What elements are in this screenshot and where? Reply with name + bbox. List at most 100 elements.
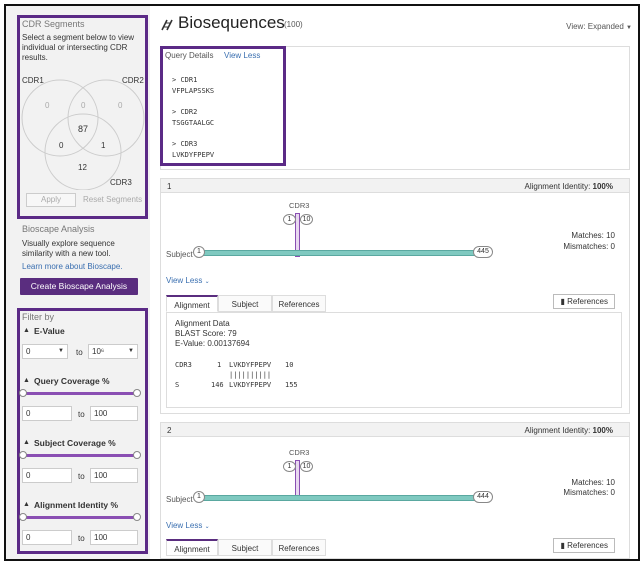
subject-label: Subject [166,495,193,504]
subject-coverage-min-input[interactable]: 0 [22,468,72,483]
app-window: CDR Segments Select a segment below to v… [4,4,640,561]
query-item-name-text: CDR3 [180,140,198,148]
subject-bar[interactable] [199,495,479,501]
query-view-less-link[interactable]: View Less [224,51,260,60]
slider-min-handle[interactable] [19,451,27,459]
mismatches: Mismatches: 0 [563,488,615,497]
matches: Matches: 10 [571,231,615,240]
marker-start: 1 [283,214,296,225]
matches: Matches: 10 [571,478,615,487]
cdr-segments-description: Select a segment below to view individua… [22,33,135,62]
mismatches: Mismatches: 0 [563,242,615,251]
result-view-less-link[interactable]: View Less ⌄ [166,276,210,285]
bioscape-learn-more-link[interactable]: Learn more about Bioscape. [22,262,123,272]
reset-segments-button[interactable]: Reset Segments [83,195,142,204]
alignment-query-end: 10 [285,361,294,369]
subject-coverage-max-input[interactable]: 100 [90,468,138,483]
query-item-name-text: CDR1 [180,76,198,84]
alignment-identity-label: Alignment Identity % [34,500,119,510]
venn-all[interactable]: 87 [78,124,88,134]
chevron-up-icon[interactable]: ▲ [23,439,30,446]
slider-min-handle[interactable] [19,389,27,397]
alignment-subject-end: 155 [285,381,298,389]
sidebar: CDR Segments Select a segment below to v… [6,6,150,559]
tab-subject[interactable]: Subject [218,295,272,312]
query-coverage-slider[interactable] [19,389,141,397]
query-details-label: Query Details [165,51,214,60]
slider-min-handle[interactable] [19,513,27,521]
identity-value: 100% [592,182,613,191]
query-coverage-to-label: to [78,410,85,419]
venn-cdr1-cdr3[interactable]: 0 [59,141,63,151]
evalue-to-value: 10⁶ [92,347,105,356]
slider-max-handle[interactable] [133,513,141,521]
evalue-to-select[interactable]: 10⁶ ▼ [88,344,138,359]
slider-max-handle[interactable] [133,451,141,459]
evalue-from-select[interactable]: 0 ▼ [22,344,68,359]
apply-button[interactable]: Apply [26,193,76,207]
subject-coverage-to-label: to [78,472,85,481]
tab-references[interactable]: References [272,539,326,556]
alignment-identity-min-input[interactable]: 0 [22,530,72,545]
slider-max-handle[interactable] [133,389,141,397]
references-label: References [567,297,608,306]
cdr3-label: CDR3 [110,178,132,187]
dropdown-icon: ▼ [128,348,134,354]
references-button[interactable]: ▮ References [553,294,615,309]
alignment-panel: Alignment Data BLAST Score: 79 E-Value: … [166,312,622,408]
subject-label: Subject [166,250,193,259]
venn-cdr2-cdr3[interactable]: 1 [101,141,105,151]
result-header: 2 Alignment Identity: 100% [161,423,629,437]
tab-references[interactable]: References [272,295,326,312]
identity-label: Alignment Identity: [524,182,591,191]
chevron-up-icon[interactable]: ▲ [23,327,30,334]
query-item-seq: VFPLAPSSKS [172,87,215,95]
evalue-label: E-Value [34,326,65,336]
subject-coverage-slider[interactable] [19,451,141,459]
alignment-subject-start: 146 [211,381,224,389]
alignment-identity: Alignment Identity: 100% [524,426,613,435]
subject-start: 1 [193,246,205,258]
result-view-less-link[interactable]: View Less ⌄ [166,521,210,530]
marker-start: 1 [283,461,296,472]
alignment-identity-slider[interactable] [19,513,141,521]
query-coverage-min-input[interactable]: 0 [22,406,72,421]
marker-end: 10 [300,214,313,225]
venn-cdr3-only[interactable]: 12 [78,163,87,173]
view-less-label: View Less [166,276,203,285]
alignment-evalue: E-Value: 0.00137694 [175,339,250,348]
references-button[interactable]: ▮ References [553,538,615,553]
chevron-up-icon[interactable]: ▲ [23,377,30,384]
alignment-identity-to-label: to [78,534,85,543]
alignment-query-start: 1 [217,361,222,369]
venn-cdr1-cdr2[interactable]: 0 [81,101,85,111]
alignment-identity-max-input[interactable]: 100 [90,530,138,545]
query-item[interactable]: > CDR2 TSGGTAALGC [172,108,214,127]
tab-subject[interactable]: Subject [218,539,272,556]
query-item[interactable]: > CDR1 VFPLAPSSKS [172,76,214,95]
subject-end: 445 [473,246,493,258]
venn-cdr1-only[interactable]: 0 [45,101,49,111]
subject-bar[interactable] [199,250,479,256]
result-card: 1 Alignment Identity: 100% CDR3 1 10 Sub… [160,178,630,414]
alignment-subject-name: S [175,381,180,389]
cdr2-circle [67,79,145,157]
tab-alignment[interactable]: Alignment [166,539,218,556]
dna-icon [161,19,173,31]
query-item[interactable]: > CDR3 LVKDYFPEPV [172,140,214,159]
query-item-seq: LVKDYFPEPV [172,151,215,159]
main-content: Biosequences (100) View: Expanded ▼ Quer… [156,6,636,559]
subject-end: 444 [473,491,493,503]
page-title: Biosequences [178,13,285,32]
cdr-marker-label: CDR3 [289,448,310,457]
venn-cdr2-only[interactable]: 0 [118,101,122,111]
chevron-up-icon[interactable]: ▲ [23,501,30,508]
tab-alignment[interactable]: Alignment [166,295,218,312]
query-item-seq: TSGGTAALGC [172,119,215,127]
alignment-query-seq: LVKDYFPEPV [229,361,272,369]
bioscape-title: Bioscape Analysis [22,224,95,234]
result-index: 2 [167,426,172,435]
create-bioscape-button[interactable]: Create Bioscape Analysis [20,278,138,295]
view-selector[interactable]: View: Expanded ▼ [566,22,632,31]
query-coverage-max-input[interactable]: 100 [90,406,138,421]
